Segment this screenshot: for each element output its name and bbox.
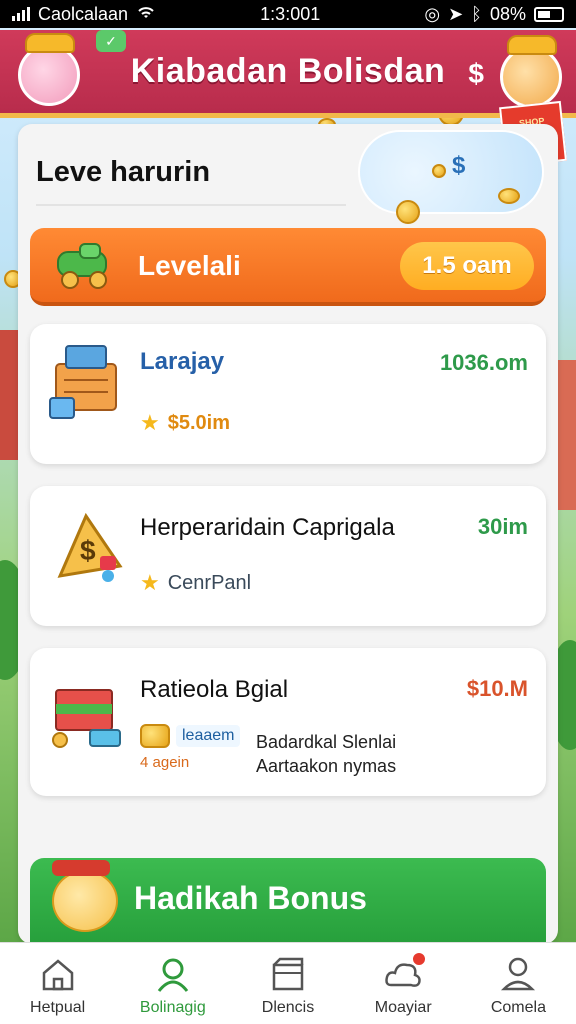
card-subtitle-text: CenrPanl [167, 571, 252, 594]
alarm-icon: ◎ [424, 3, 441, 24]
battery-percent: 08% [489, 3, 526, 24]
divider [36, 204, 346, 206]
nav-label: Moayiar [374, 999, 432, 1016]
status-right: ◎ ➤ ᛒ 08% [424, 4, 564, 25]
user-icon [157, 958, 188, 992]
coin-icon [498, 188, 520, 204]
chat-icon[interactable]: ✓ [96, 30, 126, 52]
bonus-mascot-icon [52, 860, 118, 932]
card-subtitle: ★ CenrPanl [140, 570, 251, 596]
card-description-line: Aartaakon nymas [256, 756, 397, 776]
person-icon [501, 957, 536, 991]
car-icon [57, 243, 107, 289]
nav-item-bolinagig[interactable]: Bolinagig [115, 943, 230, 1024]
card-description: Badardkal Slenlai Aartaakon nymas [256, 730, 396, 778]
coin-icon [432, 164, 446, 178]
coin-stack-icon: ★ [140, 410, 160, 435]
carrier-name: Caolcalaan [38, 3, 129, 24]
nav-label: Dlencis [261, 999, 315, 1016]
card-description-line: Badardkal Slenlai [256, 732, 397, 752]
money-bag-icon: $ [57, 512, 123, 582]
reward-card[interactable]: $ Herperaridain Caprigala 30im ★ CenrPan… [30, 486, 546, 626]
header-banner: Kiabadan Bolisdan $ [0, 30, 576, 118]
card-badge: leaaem [176, 725, 241, 747]
mascot-avatar-right [500, 35, 562, 108]
card-title: Ratieola Bgial [140, 676, 289, 703]
signal-icon [12, 7, 30, 21]
card-title: Larajay [140, 348, 225, 375]
notification-badge [410, 951, 427, 967]
reward-card[interactable]: Ratieola Bgial $10.M leaaem 4 agein Bada… [30, 648, 546, 796]
card-badge-group: leaaem 4 agein [140, 724, 248, 771]
card-subtitle: ★ $5.0im [140, 410, 230, 436]
card-title: Herperaridain Caprigala [140, 514, 395, 541]
dollar-icon: $ [452, 152, 466, 179]
card-value: 1036.om [439, 350, 528, 375]
gift-shop-icon [52, 689, 121, 748]
level-bar[interactable]: Levelali 1.5 oam [30, 228, 546, 306]
level-value-badge: 1.5 oam [400, 242, 534, 290]
app-title: Kiabadan Bolisdan [130, 52, 446, 90]
nav-item-moayiar[interactable]: Moayiar [346, 943, 461, 1024]
nav-label: Comela [490, 999, 546, 1016]
card-value: 30im [477, 514, 528, 539]
mascot-avatar-left [18, 33, 80, 106]
nav-item-comela[interactable]: Comela [461, 943, 576, 1024]
coin-stack-icon [140, 724, 170, 748]
page-title: Leve harurin [36, 156, 211, 188]
box-icon [272, 957, 304, 991]
bonus-button-label: Hadikah Bonus [134, 880, 367, 916]
cash-register-icon [49, 345, 117, 419]
star-icon: ★ [140, 570, 160, 595]
home-icon [42, 959, 73, 991]
bluetooth-icon: ᛒ [471, 3, 482, 24]
status-left: Caolcalaan [12, 4, 156, 25]
bottom-nav: Hetpual Bolinagig Dlencis Moayiar Comela [0, 942, 576, 1024]
card-reward-amount: $5.0im [167, 411, 230, 434]
card-value: $10.M [466, 676, 528, 701]
status-time: 1:3:001 [260, 3, 321, 24]
wifi-icon [136, 4, 156, 25]
bonus-button[interactable]: Hadikah Bonus [30, 858, 546, 942]
battery-icon [534, 6, 564, 22]
level-label: Levelali [138, 250, 241, 281]
nav-item-home[interactable]: Hetpual [0, 943, 115, 1024]
nav-item-dlencis[interactable]: Dlencis [230, 943, 345, 1024]
nav-label: Hetpual [30, 999, 86, 1016]
nav-label: Bolinagig [139, 999, 206, 1016]
status-bar: Caolcalaan 1:3:001 ◎ ➤ ᛒ 08% [0, 0, 576, 28]
card-badge-sub: 4 agein [140, 754, 190, 771]
location-icon: ➤ [448, 3, 464, 24]
svg-text:$: $ [80, 535, 96, 566]
coin-icon [396, 200, 420, 224]
reward-card[interactable]: Larajay 1036.om ★ $5.0im [30, 324, 546, 464]
dollar-icon: $ [468, 58, 484, 89]
